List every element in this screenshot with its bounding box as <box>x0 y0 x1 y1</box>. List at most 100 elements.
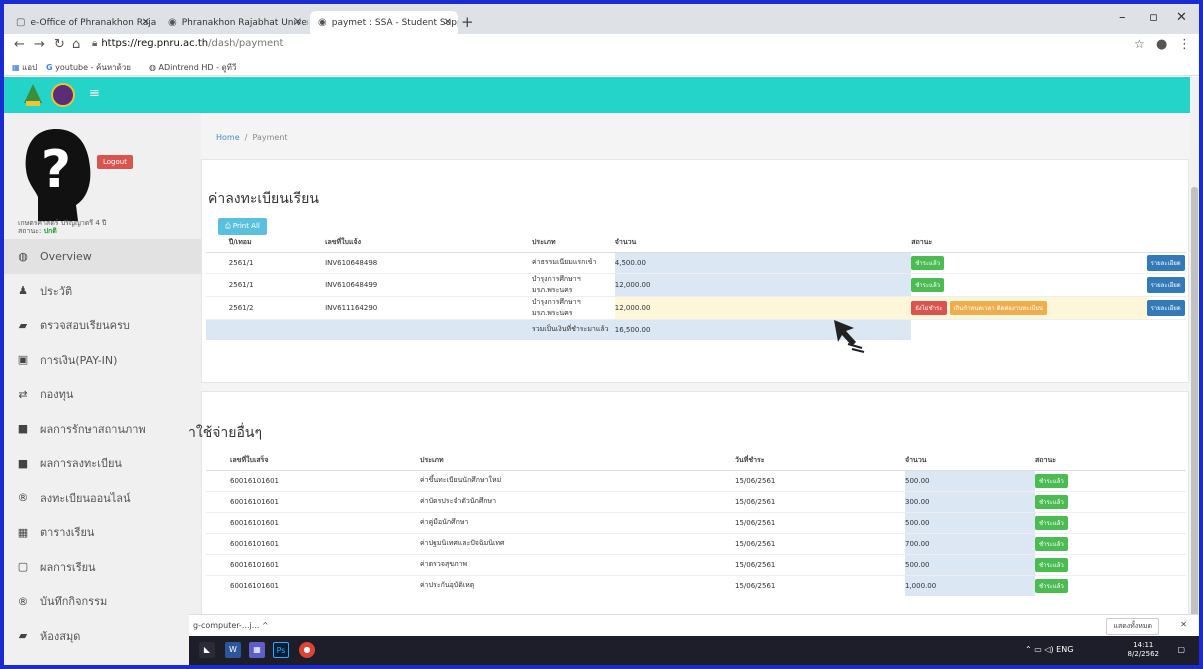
money-icon: ▣ <box>17 353 29 367</box>
overdue-print-button[interactable]: เกินกำหนดเวลา ติดต่องานทะเบียน <box>949 300 1047 315</box>
type-cell: ค่าบัตรประจำตัวนักศึกษา <box>420 490 735 512</box>
start-icon[interactable]: ◣ <box>199 642 215 658</box>
menu-icon[interactable]: ⋮ <box>1178 37 1191 52</box>
browser-tab[interactable]: ◉ Phranakhon Rajabhat University ✕ <box>160 11 308 34</box>
new-tab-icon[interactable]: + <box>461 13 474 31</box>
show-all-button[interactable]: แสดงทั้งหมด <box>1106 618 1159 635</box>
term-cell: 2561/2 <box>228 295 326 319</box>
book-icon: ▰ <box>18 629 28 643</box>
close-icon[interactable]: ✕ <box>1180 620 1187 629</box>
exchange-icon: ⇄ <box>18 387 28 401</box>
table-header-row: ปี/เทอม เลขที่ใบแจ้ง ประเภท จำนวน สถานะ <box>206 234 1186 253</box>
status-badge: ชำระแล้ว <box>1035 578 1068 593</box>
amount-cell: 1,000.00 <box>905 574 1035 596</box>
url-field[interactable]: 🔒︎ https://reg.pnru.ac.th/dash/payment <box>92 38 283 49</box>
sidebar-item[interactable]: ▰ ห้องสมุด <box>4 619 201 654</box>
close-icon[interactable]: ✕ <box>142 17 150 28</box>
spacer-cell <box>911 318 1147 340</box>
site-header: ≡ <box>4 77 1199 113</box>
invoice-cell: INV610648498 <box>325 251 532 273</box>
date-cell: 15/06/2561 <box>735 490 905 512</box>
logout-button[interactable]: Logout <box>97 155 133 169</box>
bookmark-youtube[interactable]: G youtube - ค้นหาด้วย <box>46 61 131 74</box>
sidebar-item[interactable]: ■ ผลการลงทะเบียน <box>4 446 201 481</box>
sidebar-item[interactable]: ▦ ตารางเรียน <box>4 515 201 550</box>
minimize-icon[interactable]: – <box>1119 10 1126 25</box>
detail-cell: รายละเอียด <box>1146 295 1186 319</box>
browser-tab-active[interactable]: ◉ paymet : SSA - Student Support ✕ <box>310 11 458 34</box>
back-icon[interactable]: ← <box>14 37 25 52</box>
bookmark-label: แอป <box>22 63 38 72</box>
sidebar-item[interactable]: ▢ ผลการเรียน <box>4 550 201 585</box>
restore-icon[interactable]: ▫ <box>1149 10 1158 25</box>
bookmark-apps[interactable]: ▦ แอป <box>12 61 37 74</box>
spacer-cell <box>206 511 230 533</box>
reload-icon[interactable]: ↻ <box>54 37 65 52</box>
close-icon[interactable]: ✕ <box>444 17 452 28</box>
close-window-icon[interactable]: ✕ <box>1176 10 1187 25</box>
detail-cell: รายละเอียด <box>1146 272 1186 296</box>
clock[interactable]: 14:11 8/2/2562 <box>1128 641 1159 659</box>
system-tray[interactable]: ⌃ ▭ ◁) ENG <box>1025 645 1073 654</box>
table-row: 60016101601 ค่าขึ้นทะเบียนนักศึกษาใหม่ 15/… <box>206 469 1186 491</box>
breadcrumb-current: Payment <box>252 133 288 142</box>
column-header: สถานะ <box>1035 452 1186 471</box>
table-row: 2561/1 INV610648498 ค่าธรรมเนียมแรกเข้า 4,5… <box>206 251 1186 273</box>
spacer-cell <box>325 318 532 340</box>
column-header: จำนวน <box>905 452 1035 471</box>
status-cell: ชำระแล้ว <box>1035 469 1186 491</box>
sidebar-item[interactable]: ◍ Overview <box>4 239 201 274</box>
sidebar-item[interactable]: ▣ การเงิน(PAY-IN) <box>4 343 201 378</box>
sidebar-item[interactable]: ® ลงทะเบียนออนไลน์ <box>4 481 201 516</box>
table-row: 2561/2 INV611164290 บำรุงการศึกษาฯ มรภ.พระ… <box>206 295 1186 319</box>
forward-icon[interactable]: → <box>34 37 45 52</box>
language-indicator[interactable]: ENG <box>1056 645 1073 654</box>
scrollbar[interactable] <box>1190 77 1199 665</box>
panel-title: ค่าลงทะเบียนเรียน <box>208 191 319 207</box>
browser-tab[interactable]: ▢ e-Office of Phranakhon Rajabhat ✕ <box>8 11 156 34</box>
notification-icon[interactable]: ▢ <box>1177 645 1185 654</box>
bookmark-label: ADintrend HD - ดูทีวี <box>158 63 237 72</box>
profile-icon[interactable]: ● <box>1156 37 1167 52</box>
sidebar-item[interactable]: ♟ ประวัติ <box>4 274 201 309</box>
panel-title: าใช้จ่ายอื่นๆ <box>188 425 262 441</box>
status-badge: ชำระแล้ว <box>1035 557 1068 572</box>
word-icon[interactable]: W <box>225 642 241 658</box>
close-icon[interactable]: ✕ <box>294 17 302 28</box>
sidebar-item-label: ประวัติ <box>40 284 73 298</box>
spacer-cell <box>1146 318 1186 340</box>
calendar-icon: ▦ <box>17 525 29 539</box>
spacer-cell <box>228 318 326 340</box>
date-cell: 15/06/2561 <box>735 469 905 491</box>
print-all-button[interactable]: ⎙ Print All <box>218 218 267 235</box>
chevron-up-icon[interactable]: ^ <box>262 621 269 630</box>
avatar: ? <box>25 129 91 221</box>
home-icon[interactable]: ⌂ <box>72 37 80 52</box>
detail-button[interactable]: รายละเอียด <box>1146 254 1185 271</box>
chrome-icon[interactable]: ● <box>299 642 315 658</box>
detail-button[interactable]: รายละเอียด <box>1146 276 1185 293</box>
emblem-logo <box>51 83 75 107</box>
hamburger-icon[interactable]: ≡ <box>89 86 100 101</box>
download-item[interactable]: g-computer-...j... ^ <box>193 621 269 630</box>
sidebar-item[interactable]: ■ ผลการรักษาสถานภาพ <box>4 412 201 447</box>
photoshop-icon[interactable]: Ps <box>273 642 289 658</box>
university-logo <box>24 84 42 106</box>
sidebar-item[interactable]: ▰ ตรวจสอบเรียนครบ <box>4 308 201 343</box>
sidebar-item[interactable]: ⇄ กองทุน <box>4 377 201 412</box>
sidebar-item[interactable]: ® บันทึกกิจกรรม <box>4 584 201 619</box>
breadcrumb-home[interactable]: Home <box>216 133 240 142</box>
status-cell: ชำระแล้ว <box>1035 490 1186 512</box>
spacer-cell <box>206 532 230 554</box>
app-icon[interactable]: ▦ <box>249 642 265 658</box>
spacer-cell <box>1146 234 1186 253</box>
status-cell: ชำระแล้ว <box>1035 511 1186 533</box>
status-badge: ชำระแล้ว <box>1035 494 1068 509</box>
status-badge: ชำระแล้ว <box>911 277 944 292</box>
star-icon[interactable]: ☆ <box>1134 37 1145 51</box>
scrollbar-thumb[interactable] <box>1191 187 1198 665</box>
column-header: เลขที่ใบเสร็จ <box>230 452 420 471</box>
fees-table: ปี/เทอม เลขที่ใบแจ้ง ประเภท จำนวน สถานะ 2561/… <box>206 234 1186 340</box>
detail-button[interactable]: รายละเอียด <box>1146 299 1185 316</box>
bookmark-adintrend[interactable]: ◍ ADintrend HD - ดูทีวี <box>149 61 236 74</box>
